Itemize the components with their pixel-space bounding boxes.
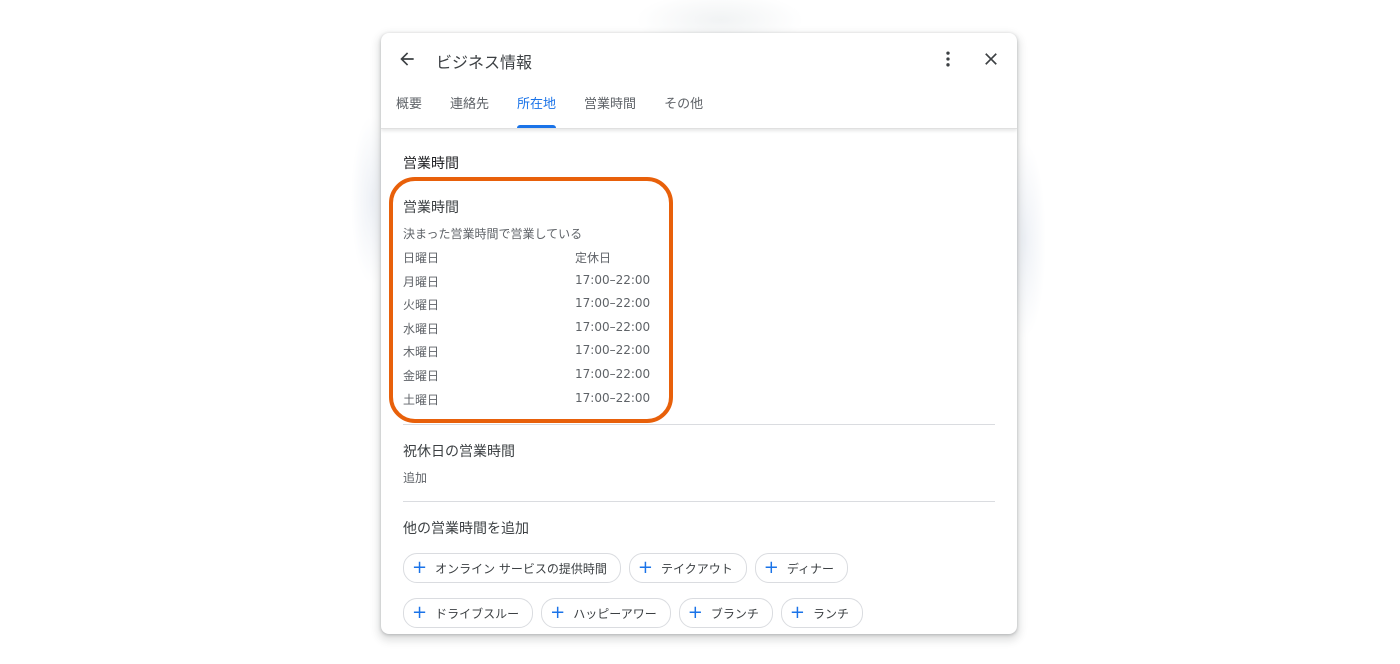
hours-row-friday: 金曜日 17:00–22:00 <box>403 367 703 391</box>
hours-row-wednesday: 水曜日 17:00–22:00 <box>403 320 703 344</box>
tab-hours[interactable]: 営業時間 <box>570 96 650 128</box>
time-value: 17:00–22:00 <box>575 319 651 334</box>
plus-icon: + <box>412 602 428 623</box>
tab-other[interactable]: その他 <box>650 96 717 128</box>
chip-label: ブランチ <box>710 606 759 621</box>
holiday-add-link[interactable]: 追加 <box>403 469 427 486</box>
panel-title: ビジネス情報 <box>436 53 533 72</box>
day-label: 火曜日 <box>403 298 440 313</box>
more-vert-icon <box>946 51 950 67</box>
more-options-button[interactable] <box>934 45 962 73</box>
hours-subtitle: 決まった営業時間で営業している <box>403 227 583 241</box>
holiday-hours-title: 祝休日の営業時間 <box>403 444 515 460</box>
arrow-back-icon <box>400 52 414 66</box>
tab-bar: 概要 連絡先 所在地 営業時間 その他 <box>381 96 717 128</box>
section-title: 営業時間 <box>403 156 459 172</box>
time-value: 17:00–22:00 <box>575 390 651 405</box>
day-label: 土曜日 <box>403 392 440 407</box>
plus-icon: + <box>789 602 805 623</box>
chip-label: オンライン サービスの提供時間 <box>435 561 607 576</box>
chip-label: ランチ <box>812 606 849 621</box>
plus-icon: + <box>412 557 428 578</box>
add-other-hours-title: 他の営業時間を追加 <box>403 521 529 537</box>
close-icon <box>985 53 997 65</box>
panel-header: ビジネス情報 概要 連絡先 所在地 営業時間 その他 <box>381 33 1017 129</box>
day-label: 金曜日 <box>403 368 440 383</box>
plus-icon: + <box>763 557 779 578</box>
plus-icon: + <box>687 602 703 623</box>
time-value: 17:00–22:00 <box>575 272 651 287</box>
day-label: 日曜日 <box>403 251 440 265</box>
chip-happy-hour[interactable]: + ハッピーアワー <box>541 598 671 628</box>
tab-overview[interactable]: 概要 <box>381 96 436 128</box>
time-value: 定休日 <box>575 251 612 265</box>
day-label: 木曜日 <box>403 345 440 360</box>
hours-row-saturday: 土曜日 17:00–22:00 <box>403 391 703 415</box>
time-value: 17:00–22:00 <box>575 366 651 381</box>
time-value: 17:00–22:00 <box>575 343 651 358</box>
chip-brunch[interactable]: + ブランチ <box>678 598 773 628</box>
time-value: 17:00–22:00 <box>575 296 651 311</box>
hours-list: 日曜日 定休日 月曜日 17:00–22:00 火曜日 17:00–22:00 水曜日… <box>403 249 703 414</box>
plus-icon: + <box>550 602 566 623</box>
chip-online-service[interactable]: + オンライン サービスの提供時間 <box>403 553 621 583</box>
back-button[interactable] <box>393 45 421 73</box>
chip-dinner[interactable]: + ディナー <box>754 553 849 583</box>
day-label: 水曜日 <box>403 321 440 336</box>
plus-icon: + <box>637 557 654 578</box>
chip-label: テイクアウト <box>661 561 733 576</box>
chip-drive-through[interactable]: + ドライブスルー <box>403 598 534 628</box>
hours-row-monday: 月曜日 17:00–22:00 <box>403 273 703 297</box>
divider <box>403 501 995 502</box>
hours-row-sunday: 日曜日 定休日 <box>403 249 703 273</box>
tab-location[interactable]: 所在地 <box>503 96 570 128</box>
chip-list: + オンライン サービスの提供時間 + テイクアウト + ディナー + ドライブスルー … <box>403 553 1003 634</box>
hours-row-tuesday: 火曜日 17:00–22:00 <box>403 296 703 320</box>
chip-label: ディナー <box>786 561 835 576</box>
divider <box>403 424 995 425</box>
chip-lunch[interactable]: + ランチ <box>780 598 863 628</box>
chip-takeout[interactable]: + テイクアウト <box>628 553 747 583</box>
hours-row-thursday: 木曜日 17:00–22:00 <box>403 343 703 367</box>
close-button[interactable] <box>977 45 1005 73</box>
chip-label: ドライブスルー <box>435 606 520 621</box>
day-label: 月曜日 <box>403 274 440 289</box>
chip-label: ハッピーアワー <box>573 606 657 621</box>
hours-card-title[interactable]: 営業時間 <box>403 197 459 217</box>
business-info-panel: ビジネス情報 概要 連絡先 所在地 営業時間 その他 営業時間 営業時間 決まっ… <box>381 33 1017 634</box>
tab-contact[interactable]: 連絡先 <box>436 96 503 128</box>
